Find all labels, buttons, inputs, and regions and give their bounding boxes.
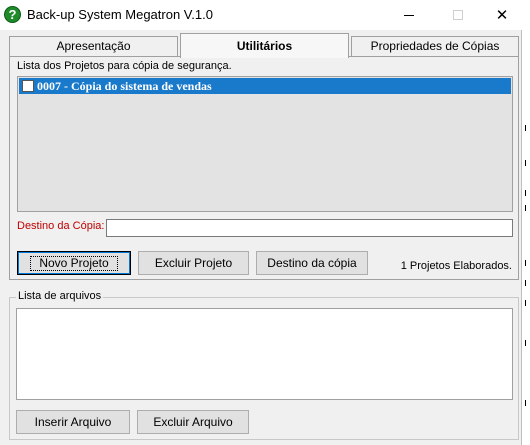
projects-count: 1 Projetos Elaborados. [400, 260, 512, 272]
files-list[interactable] [16, 308, 513, 400]
window-title: Back-up System Megatron V.1.0 [27, 7, 213, 22]
insert-file-button[interactable]: Inserir Arquivo [16, 410, 130, 434]
copy-destination-button[interactable]: Destino da cópia [256, 251, 368, 275]
tab-panel-utilitarios: Lista dos Projetos para cópia de seguran… [9, 56, 519, 280]
background-edge [522, 0, 530, 445]
delete-project-button[interactable]: Excluir Projeto [138, 251, 249, 275]
new-project-button[interactable]: Novo Projeto [17, 251, 131, 275]
title-bar[interactable]: ? Back-up System Megatron V.1.0 ✕ [0, 0, 522, 30]
destination-label: Destino da Cópia: [17, 220, 105, 232]
delete-file-button[interactable]: Excluir Arquivo [137, 410, 249, 434]
projects-list-label: Lista dos Projetos para cópia de seguran… [17, 60, 232, 72]
question-icon: ? [4, 6, 21, 23]
minimize-icon [404, 14, 414, 16]
projects-list[interactable]: 0007 - Cópia do sistema de vendas [17, 76, 513, 212]
tab-utilitarios[interactable]: Utilitários [180, 33, 349, 58]
tab-apresentacao[interactable]: Apresentação [9, 36, 178, 57]
maximize-icon [453, 10, 463, 20]
list-item[interactable]: 0007 - Cópia do sistema de vendas [19, 78, 511, 94]
maximize-button[interactable] [436, 0, 480, 30]
minimize-button[interactable] [387, 0, 431, 30]
files-group-title: Lista de arquivos [16, 290, 104, 302]
project-checkbox[interactable] [22, 80, 34, 92]
new-project-button-label: Novo Projeto [30, 255, 118, 271]
close-icon: ✕ [495, 7, 509, 24]
files-group: Lista de arquivos Inserir Arquivo Exclui… [9, 290, 519, 440]
close-button[interactable]: ✕ [480, 0, 524, 30]
destination-input[interactable] [106, 219, 513, 237]
project-item-label: 0007 - Cópia do sistema de vendas [37, 79, 212, 93]
tab-propriedades-de-copias[interactable]: Propriedades de Cópias [351, 36, 519, 57]
main-window: ? Back-up System Megatron V.1.0 ✕ Aprese… [0, 0, 522, 445]
